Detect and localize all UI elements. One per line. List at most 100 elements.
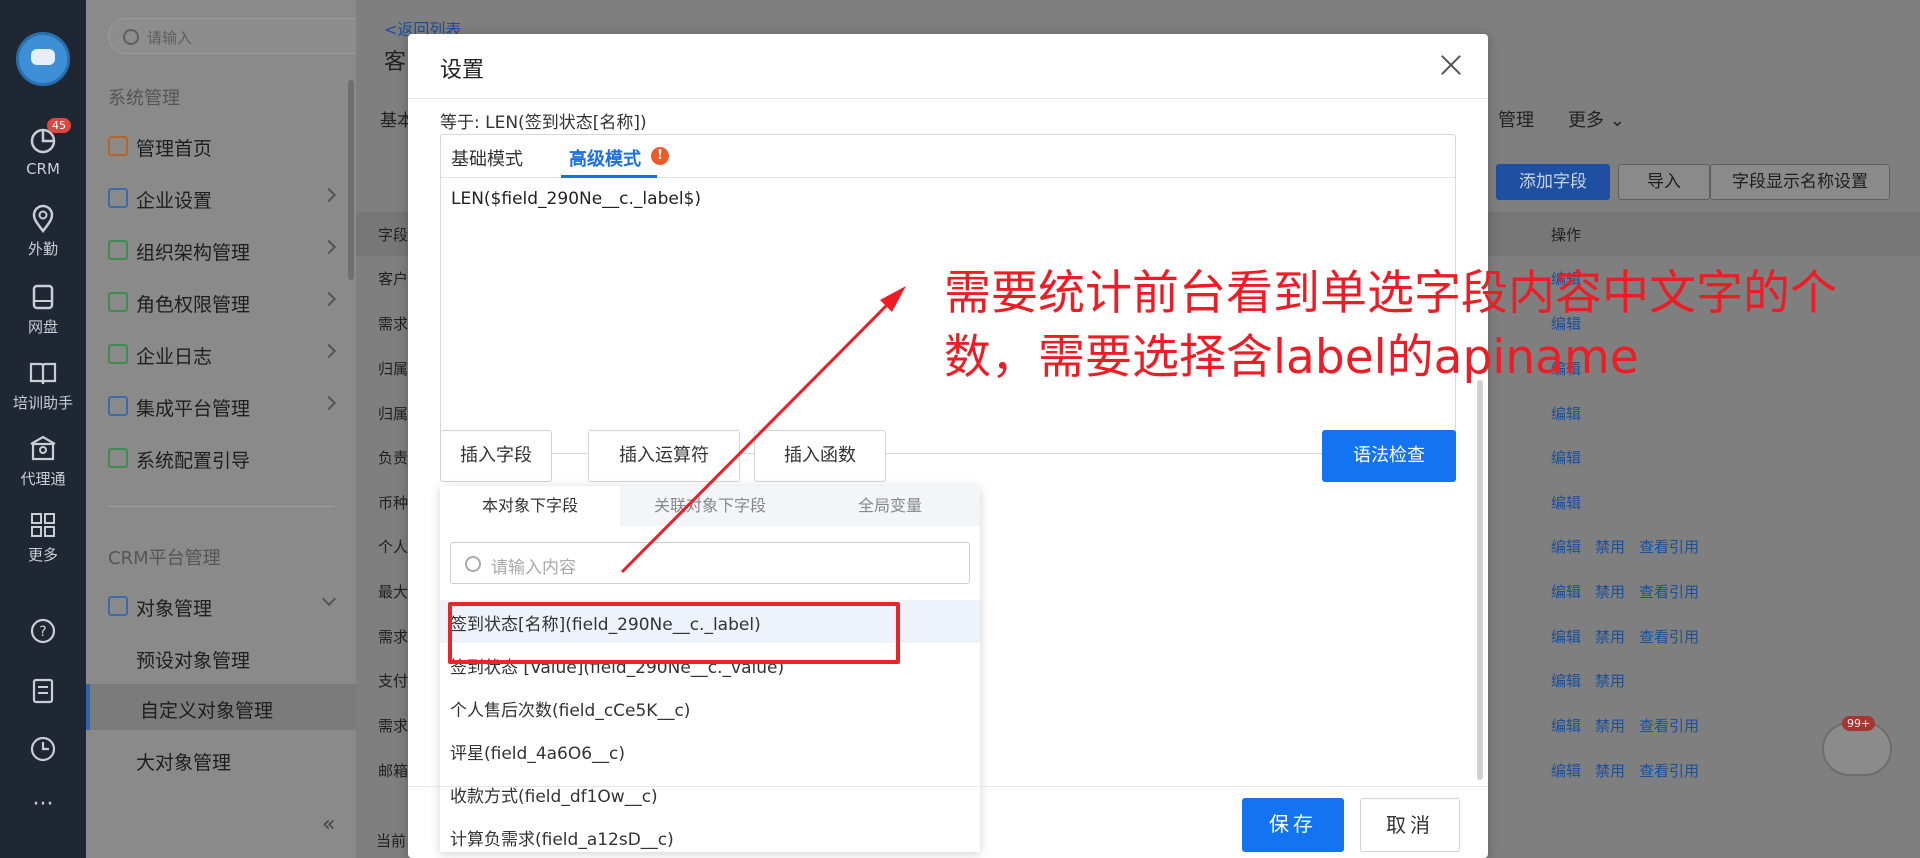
- view-reference-link[interactable]: 查看引用: [1639, 717, 1699, 735]
- history-button[interactable]: [0, 734, 86, 768]
- tab-mgmt[interactable]: 管理: [1498, 106, 1534, 132]
- rail-item-more[interactable]: 更多: [0, 510, 86, 565]
- menu-item-integration[interactable]: 集成平台管理: [86, 382, 356, 428]
- rail-item-disk[interactable]: 网盘: [0, 282, 86, 337]
- view-reference-link[interactable]: 查看引用: [1639, 762, 1699, 780]
- table-row: 需求: [378, 717, 409, 735]
- notification-badge: 45: [47, 118, 71, 133]
- edit-link[interactable]: 编辑: [1551, 717, 1581, 735]
- chat-widget[interactable]: 99+: [1822, 716, 1892, 776]
- table-row: 负责: [378, 449, 409, 467]
- menu-item-config-guide[interactable]: 系统配置引导: [86, 434, 356, 480]
- edit-link[interactable]: 编辑: [1551, 672, 1581, 690]
- close-icon[interactable]: [1436, 50, 1466, 80]
- menu-item-logs[interactable]: 企业日志: [86, 330, 356, 376]
- object-icon: [108, 596, 128, 616]
- menu-subitem-custom[interactable]: 自定义对象管理: [86, 684, 356, 730]
- edit-link[interactable]: 编辑: [1551, 628, 1581, 646]
- help-button[interactable]: ?: [0, 616, 86, 650]
- import-button[interactable]: 导入: [1618, 164, 1710, 200]
- tab-this-object-fields[interactable]: 本对象下字段: [440, 486, 620, 526]
- insert-field-button[interactable]: 插入字段: [440, 430, 552, 482]
- formula-preview: 等于: LEN(签到状态[名称]): [440, 113, 647, 133]
- role-icon: [108, 292, 128, 312]
- rail-label: 外勤: [27, 240, 58, 258]
- table-row: 最大: [378, 583, 409, 601]
- collapse-menu-button[interactable]: «: [322, 812, 335, 837]
- table-row: 邮箱: [378, 762, 409, 780]
- menu-item-org[interactable]: 组织架构管理: [86, 226, 356, 272]
- view-reference-link[interactable]: 查看引用: [1639, 583, 1699, 601]
- table-row: 归属: [378, 405, 409, 423]
- disable-link[interactable]: 禁用: [1595, 628, 1625, 646]
- building-icon: [28, 434, 58, 464]
- rail-item-field-work[interactable]: 外勤: [0, 204, 86, 259]
- notes-icon: [28, 676, 58, 706]
- tab-basic-mode[interactable]: 基础模式: [451, 145, 523, 171]
- rail-item-agent[interactable]: 代理通: [0, 434, 86, 489]
- menu-item-label: 角色权限管理: [136, 294, 251, 316]
- list-item[interactable]: 个人售后次数(field_cCe5K__c): [440, 686, 980, 729]
- disable-link[interactable]: 禁用: [1595, 717, 1625, 735]
- dialog-title: 设置: [440, 58, 485, 83]
- disable-link[interactable]: 禁用: [1595, 583, 1625, 601]
- chevron-right-icon: [321, 343, 337, 359]
- list-item[interactable]: 计算负需求(field_a12sD__c): [440, 815, 980, 852]
- menu-item-roles[interactable]: 角色权限管理: [86, 278, 356, 324]
- tab-advanced-mode[interactable]: 高级模式: [569, 145, 641, 171]
- disable-link[interactable]: 禁用: [1595, 538, 1625, 556]
- disable-link[interactable]: 禁用: [1595, 762, 1625, 780]
- app-rail: 45 CRM 外勤 网盘 培训助手 代理通 更多 ? ···: [0, 0, 86, 858]
- insert-function-button[interactable]: 插入函数: [754, 430, 886, 482]
- syntax-check-button[interactable]: 语法检查: [1322, 430, 1456, 482]
- table-row: 支付: [378, 672, 409, 690]
- row-actions: 编辑: [1551, 492, 1595, 513]
- edit-link[interactable]: 编辑: [1551, 449, 1581, 467]
- notes-button[interactable]: [0, 676, 86, 710]
- highlight-box: [448, 602, 900, 664]
- disable-link[interactable]: 禁用: [1595, 672, 1625, 690]
- menu-scrollbar[interactable]: [348, 80, 354, 280]
- edit-link[interactable]: 编辑: [1551, 405, 1581, 423]
- help-icon: ?: [28, 616, 58, 646]
- integration-icon: [108, 396, 128, 416]
- row-actions: 编辑 禁用 查看引用: [1551, 536, 1713, 557]
- menu-subitem-preset[interactable]: 预设对象管理: [86, 634, 356, 680]
- rail-item-crm[interactable]: 45 CRM: [0, 118, 86, 178]
- view-reference-link[interactable]: 查看引用: [1639, 628, 1699, 646]
- tab-more-label: 更多: [1568, 110, 1604, 131]
- rail-item-training[interactable]: 培训助手: [0, 358, 86, 413]
- rail-label: 代理通: [20, 470, 66, 488]
- edit-link[interactable]: 编辑: [1551, 583, 1581, 601]
- view-reference-link[interactable]: 查看引用: [1639, 538, 1699, 556]
- menu-item-object-mgmt[interactable]: 对象管理: [86, 582, 356, 628]
- more-dots-icon[interactable]: ···: [0, 792, 86, 817]
- edit-link[interactable]: 编辑: [1551, 494, 1581, 512]
- tab-more[interactable]: 更多 ⌄: [1568, 106, 1625, 132]
- list-item[interactable]: 评星(field_4a6O6__c): [440, 729, 980, 772]
- field-display-settings-button[interactable]: 字段显示名称设置: [1710, 164, 1890, 200]
- tab-related-object-fields[interactable]: 关联对象下字段: [620, 486, 800, 526]
- edit-link[interactable]: 编辑: [1551, 538, 1581, 556]
- edit-link[interactable]: 编辑: [1551, 762, 1581, 780]
- insert-operator-button[interactable]: 插入运算符: [588, 430, 740, 482]
- dialog-scrollbar[interactable]: [1477, 380, 1483, 780]
- table-row: 需求: [378, 315, 409, 333]
- field-search-input[interactable]: 请输入内容: [450, 542, 970, 584]
- formula-textarea[interactable]: LEN($field_290Ne__c._label$): [451, 189, 701, 209]
- side-menu: 请输入 系统管理 管理首页 企业设置 组织架构管理 角色权限管理 企业日志 集成…: [86, 0, 420, 858]
- table-row: 需求: [378, 628, 409, 646]
- menu-item-home[interactable]: 管理首页: [86, 122, 356, 168]
- list-item[interactable]: 收款方式(field_df1Ow__c): [440, 772, 980, 815]
- column-field: 字段: [378, 226, 409, 244]
- tab-global-variables[interactable]: 全局变量: [800, 486, 980, 526]
- avatar[interactable]: [16, 32, 70, 86]
- table-row: 归属: [378, 360, 409, 378]
- add-field-button[interactable]: 添加字段: [1496, 164, 1610, 200]
- rail-label: 培训助手: [12, 394, 73, 412]
- row-actions: 编辑 禁用 查看引用: [1551, 715, 1713, 736]
- save-button[interactable]: 保存: [1242, 798, 1344, 852]
- cancel-button[interactable]: 取消: [1360, 798, 1460, 852]
- menu-subitem-big[interactable]: 大对象管理: [86, 736, 356, 782]
- menu-item-enterprise-settings[interactable]: 企业设置: [86, 174, 356, 220]
